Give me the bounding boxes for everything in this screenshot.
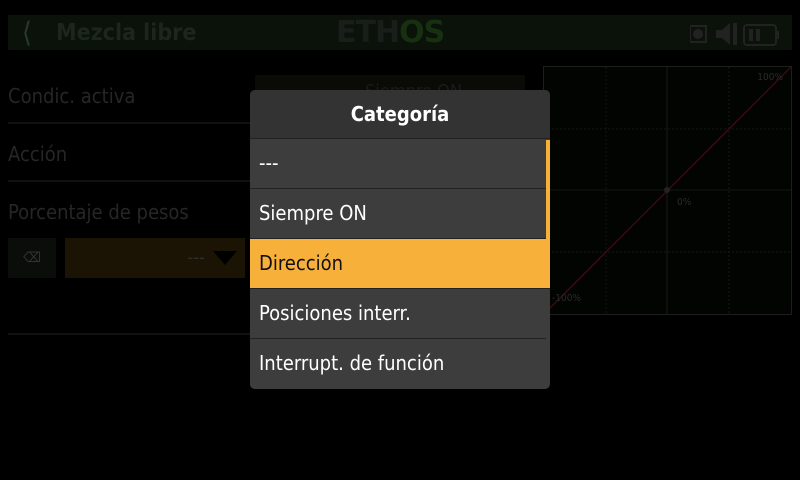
weight-value: --- [187,247,205,268]
dialog-scrollbar[interactable] [546,140,550,240]
status-icons [690,23,779,46]
option-always-on[interactable]: Siempre ON [250,189,546,239]
divider [8,333,253,335]
dropdown-arrow-icon [213,251,237,265]
category-dialog: Categoría --- Siempre ON Dirección Posic… [250,90,550,389]
divider [8,180,253,182]
speaker-icon [716,23,730,45]
mid-label: 0% [677,197,692,208]
weight-label: Porcentaje de pesos [8,200,189,224]
option-switch-positions[interactable]: Posiciones interr. [250,289,546,339]
option-none[interactable]: --- [250,139,546,189]
ethos-logo: ETHOS [336,15,445,50]
action-label: Acción [8,142,68,166]
center-point [664,187,670,193]
dialog-title: Categoría [250,90,550,139]
curve-graph: 100% 0% -100% [543,66,792,315]
weight-dropdown[interactable]: --- [65,238,245,278]
page-title: Mezcla libre [56,20,197,46]
divider [8,122,253,124]
clear-x-icon[interactable]: ⌫ [8,238,56,278]
active-condition-label: Condic. activa [8,84,136,108]
option-function-switch[interactable]: Interrupt. de función [250,339,546,389]
back-icon[interactable]: ⟨ [22,18,44,48]
option-direction[interactable]: Dirección [250,239,550,289]
min-label: -100% [552,293,581,304]
max-label: 100% [757,72,783,83]
